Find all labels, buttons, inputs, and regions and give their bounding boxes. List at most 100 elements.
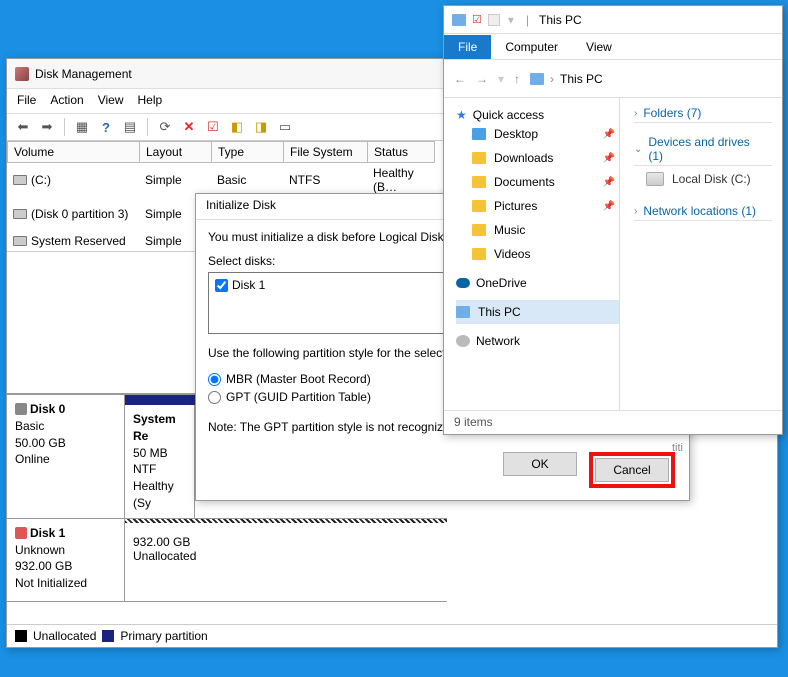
group-folders-head[interactable]: ›Folders (7) <box>634 106 772 123</box>
col-status[interactable]: Status <box>367 141 435 163</box>
disk1-checkbox[interactable] <box>215 279 228 292</box>
forward-icon[interactable]: ➡ <box>37 117 57 137</box>
pc-icon <box>530 73 544 85</box>
legend-unallocated: Unallocated <box>33 629 96 643</box>
properties-icon[interactable]: ▤ <box>120 117 140 137</box>
drive-icon <box>646 172 664 186</box>
col-volume[interactable]: Volume <box>7 141 139 163</box>
action-icon[interactable]: ◧ <box>227 117 247 137</box>
nav-onedrive[interactable]: OneDrive <box>456 276 619 290</box>
disk0-type: Basic <box>15 418 116 435</box>
breadcrumb[interactable]: › This PC <box>530 72 603 86</box>
nav-item-pictures[interactable]: Pictures📌 <box>456 194 619 218</box>
vol-type: Basic <box>211 163 283 197</box>
disk1-header: Disk 1 Unknown 932.00 GB Not Initialized <box>7 519 125 601</box>
col-type[interactable]: Type <box>211 141 283 163</box>
disk0-status: Online <box>15 451 116 468</box>
nav-item-downloads[interactable]: Downloads📌 <box>456 146 619 170</box>
vol-fs: NTFS <box>283 163 367 197</box>
explorer-status-bar: 9 items <box>444 410 782 434</box>
toolbar-separator <box>64 118 65 136</box>
part-name: System Re <box>133 411 186 445</box>
radio-mbr-input[interactable] <box>208 373 221 386</box>
refresh-icon[interactable]: ⟳ <box>155 117 175 137</box>
part-size: 50 MB NTF <box>133 445 186 479</box>
group-network-head[interactable]: ›Network locations (1) <box>634 204 772 221</box>
vol-layout: Simple <box>139 163 211 197</box>
quick-access-label: Quick access <box>473 108 544 122</box>
file-explorer-window: ☑ ▾ | This PC File Computer View ← → ▾ ↑… <box>443 5 783 435</box>
show-hide-icon[interactable]: ▦ <box>72 117 92 137</box>
col-layout[interactable]: Layout <box>139 141 211 163</box>
tab-view[interactable]: View <box>572 35 626 59</box>
nav-item-music[interactable]: Music <box>456 218 619 242</box>
delete-icon[interactable]: ✕ <box>179 117 199 137</box>
pin-icon: 📌 <box>603 177 615 188</box>
back-button[interactable]: ← <box>454 72 466 86</box>
item-count: 9 items <box>454 415 493 429</box>
nav-item-documents[interactable]: Documents📌 <box>456 170 619 194</box>
initdlg-disk-list[interactable]: Disk 1 <box>208 272 448 334</box>
tab-file[interactable]: File <box>444 35 491 59</box>
disk0-header: Disk 0 Basic 50.00 GB Online <box>7 395 125 518</box>
nav-item-videos[interactable]: Videos <box>456 242 619 266</box>
menu-view[interactable]: View <box>98 93 124 107</box>
action2-icon[interactable]: ◨ <box>251 117 271 137</box>
help-icon[interactable]: ? <box>96 117 116 137</box>
item-local-disk-c[interactable]: Local Disk (C:) <box>634 166 772 192</box>
tab-computer[interactable]: Computer <box>491 35 572 59</box>
nav-quick-access: ★Quick access Desktop📌 Downloads📌 Docume… <box>456 108 619 266</box>
vol-name: (Disk 0 partition 3) <box>31 207 128 221</box>
chevron-down-icon: ⌄ <box>634 144 642 155</box>
back-icon[interactable]: ⬅ <box>13 117 33 137</box>
ok-button[interactable]: OK <box>503 452 577 476</box>
disk1-label: Disk 1 <box>232 276 265 294</box>
explorer-address-bar: ← → ▾ ↑ › This PC <box>444 60 782 98</box>
nav-this-pc[interactable]: This PC <box>456 300 619 324</box>
col-filesystem[interactable]: File System <box>283 141 367 163</box>
disk1-status: Not Initialized <box>15 575 116 592</box>
volume-icon <box>13 209 27 219</box>
folder-icon <box>472 248 486 260</box>
cancel-button[interactable]: Cancel <box>595 458 669 482</box>
initdlg-disk-item[interactable]: Disk 1 <box>215 276 441 294</box>
menu-help[interactable]: Help <box>138 93 163 107</box>
radio-gpt-input[interactable] <box>208 391 221 404</box>
disk-management-icon <box>15 67 29 81</box>
menu-file[interactable]: File <box>17 93 36 107</box>
radio-gpt-label: GPT (GUID Partition Table) <box>226 388 371 406</box>
explorer-title-bar[interactable]: ☑ ▾ | This PC <box>444 6 782 34</box>
network-icon <box>456 335 470 347</box>
explorer-title: This PC <box>539 13 582 27</box>
folder-icon <box>472 152 486 164</box>
chevron-right-icon: › <box>550 72 554 86</box>
folder-icon <box>472 224 486 236</box>
group-devices-head[interactable]: ⌄Devices and drives (1) <box>634 135 772 166</box>
nav-network[interactable]: Network <box>456 334 619 348</box>
check-icon[interactable]: ☑ <box>203 117 223 137</box>
nav-item-desktop[interactable]: Desktop📌 <box>456 122 619 146</box>
window-icon[interactable]: ▭ <box>275 117 295 137</box>
up-button[interactable]: ↑ <box>514 72 520 86</box>
recent-dropdown[interactable]: ▾ <box>498 72 504 86</box>
disk-legend: Unallocated Primary partition <box>7 624 777 647</box>
disk1-row[interactable]: Disk 1 Unknown 932.00 GB Not Initialized… <box>7 519 447 602</box>
nav-quick-access-head[interactable]: ★Quick access <box>456 108 619 122</box>
pin-icon: 📌 <box>603 129 615 140</box>
cancel-highlight: Cancel <box>589 452 675 488</box>
chevron-right-icon: › <box>634 206 637 217</box>
menu-action[interactable]: Action <box>50 93 83 107</box>
truncated-text: titi <box>672 442 683 454</box>
explorer-nav-pane: ★Quick access Desktop📌 Downloads📌 Docume… <box>444 98 620 410</box>
vol-name: (C:) <box>31 173 51 187</box>
chevron-down-icon[interactable]: ▾ <box>508 13 514 27</box>
volume-icon <box>13 236 27 246</box>
disk1-unallocated[interactable]: 932.00 GB Unallocated <box>125 519 447 601</box>
disk0-partition-sysres[interactable]: System Re 50 MB NTF Healthy (Sy <box>125 405 195 518</box>
disk-icon <box>15 403 27 415</box>
vol-name: System Reserved <box>31 234 126 248</box>
legend-swatch-unallocated <box>15 630 27 642</box>
volume-icon <box>13 175 27 185</box>
disk1-body-label: Unallocated <box>133 549 439 563</box>
forward-button[interactable]: → <box>476 72 488 86</box>
